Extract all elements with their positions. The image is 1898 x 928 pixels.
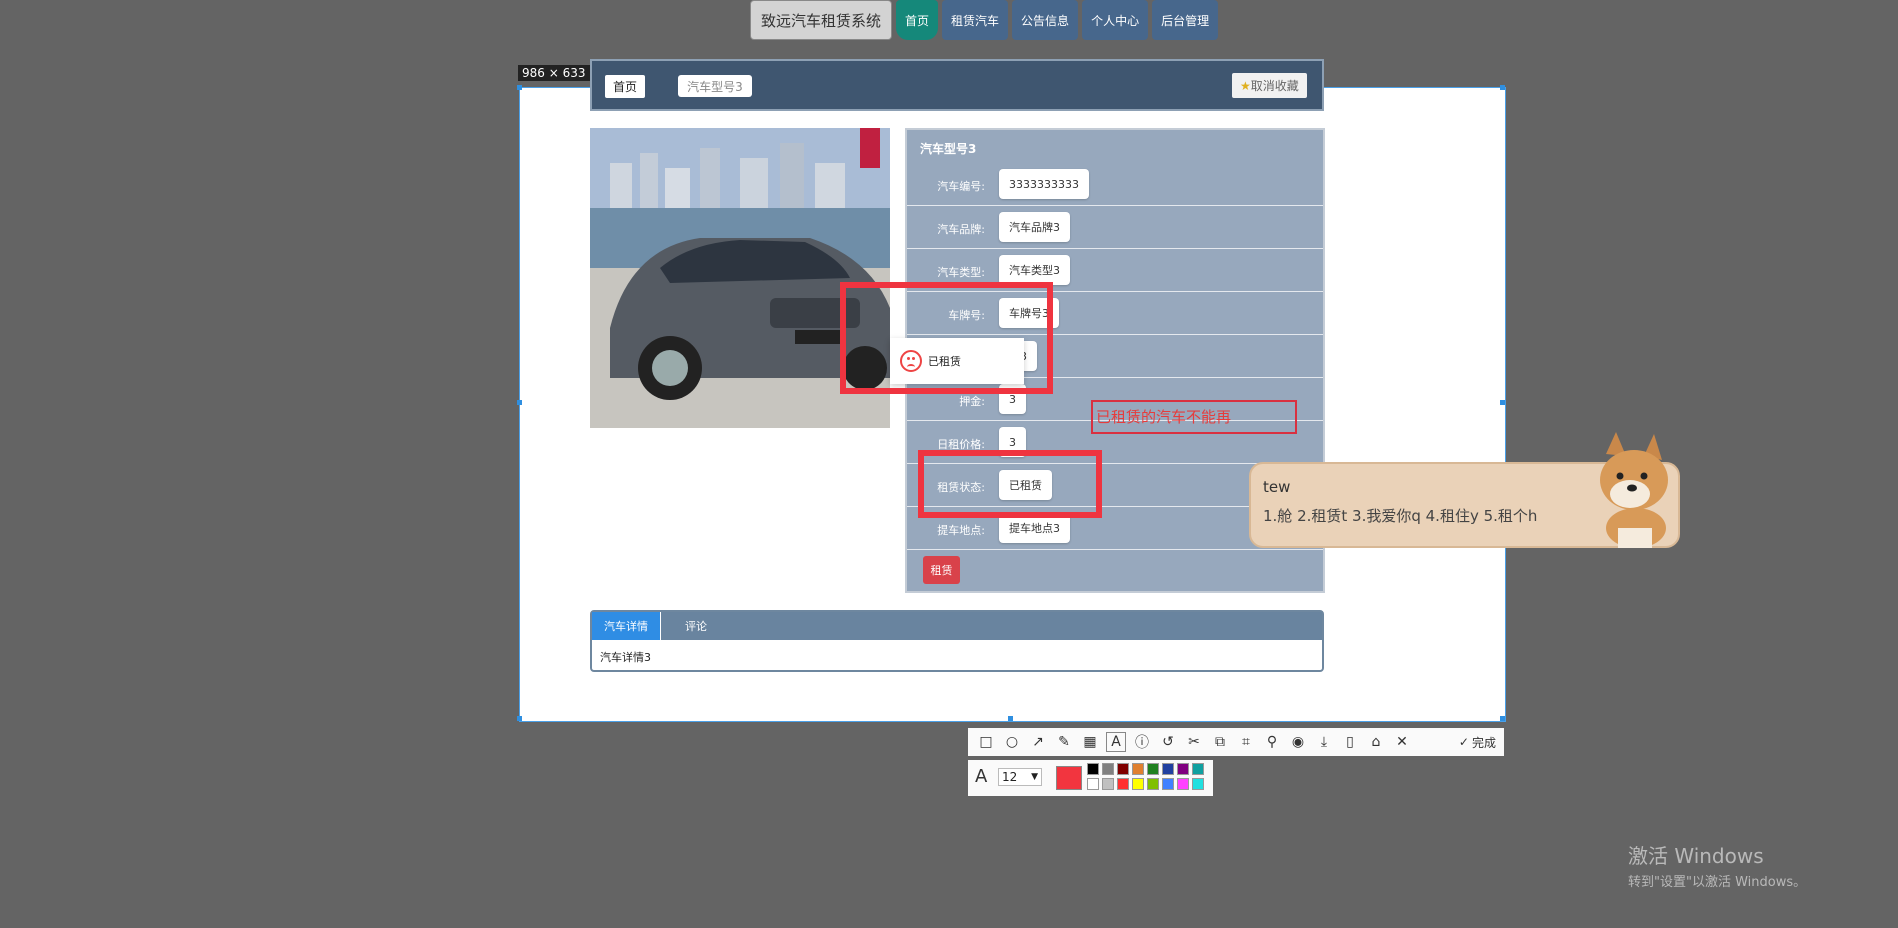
tab-comments[interactable]: 评论 — [685, 612, 707, 640]
color-swatch[interactable] — [1132, 763, 1144, 775]
pin-icon[interactable]: ⚲ — [1262, 732, 1282, 752]
color-swatch[interactable] — [1102, 778, 1114, 790]
resize-handle[interactable] — [1500, 400, 1505, 405]
color-swatch[interactable] — [1192, 778, 1204, 790]
ocr-scan-icon[interactable]: ⌗ — [1236, 732, 1256, 752]
star-icon: ★ — [1240, 79, 1251, 93]
nav-announcements[interactable]: 公告信息 — [1012, 0, 1079, 40]
cancel-favorite-button[interactable]: ★取消收藏 — [1232, 73, 1307, 98]
color-swatch[interactable] — [1147, 763, 1159, 775]
nav-personal-center[interactable]: 个人中心 — [1082, 0, 1149, 40]
field-label-car-number: 汽车编号: — [937, 180, 985, 193]
color-swatch[interactable] — [1162, 778, 1174, 790]
field-label-brand: 汽车品牌: — [937, 223, 985, 236]
field-car-number: 3333333333 — [999, 169, 1089, 199]
resize-handle[interactable] — [1500, 716, 1505, 721]
ime-composition: tew — [1263, 478, 1291, 496]
row-divider — [907, 549, 1323, 550]
windows-activation-watermark: 激活 Windows 转到"设置"以激活 Windows。 — [1628, 840, 1806, 890]
activation-subtitle: 转到"设置"以激活 Windows。 — [1628, 875, 1807, 890]
phone-icon[interactable]: ▯ — [1340, 732, 1360, 752]
color-swatch[interactable] — [1177, 763, 1189, 775]
brand-logo[interactable]: 致远汽车租赁系统 — [750, 0, 893, 40]
shiba-dog-skin — [1578, 432, 1682, 548]
activation-title: 激活 Windows — [1628, 844, 1764, 868]
chevron-down-icon: ▼ — [1031, 772, 1038, 782]
done-label: 完成 — [1471, 735, 1496, 750]
resize-handle[interactable] — [1008, 716, 1013, 721]
font-size-select[interactable]: 12 ▼ — [998, 768, 1042, 786]
nav-home[interactable]: 首页 — [896, 0, 939, 40]
record-icon[interactable]: ◉ — [1288, 732, 1308, 752]
row-divider — [907, 248, 1323, 249]
nav-rent-car[interactable]: 租赁汽车 — [942, 0, 1009, 40]
color-swatch[interactable] — [1192, 763, 1204, 775]
close-icon[interactable]: ✕ — [1392, 732, 1412, 752]
number-marker-icon[interactable]: ⓘ — [1132, 732, 1152, 752]
text-tool-icon[interactable]: A — [1106, 732, 1126, 752]
field-label-type: 汽车类型: — [937, 266, 985, 279]
selection-dimensions: 986 × 633 — [518, 65, 590, 81]
check-icon: ✓ — [1458, 735, 1469, 749]
annotation-rect[interactable] — [918, 450, 1102, 518]
field-brand: 汽车品牌3 — [999, 212, 1070, 242]
color-swatch[interactable] — [1177, 778, 1189, 790]
breadcrumb-home[interactable]: 首页 — [605, 75, 646, 98]
translate-icon[interactable]: ⧉ — [1210, 732, 1230, 752]
color-swatch[interactable] — [1117, 778, 1129, 790]
resize-handle[interactable] — [517, 85, 522, 90]
car-model-title: 汽车型号3 — [920, 142, 977, 156]
color-swatch[interactable] — [1147, 778, 1159, 790]
tab-content: 汽车详情3 — [600, 651, 651, 664]
undo-icon[interactable]: ↺ — [1158, 732, 1178, 752]
annotation-text[interactable]: 已租赁的汽车不能再 — [1096, 406, 1231, 427]
field-label-pickup-location: 提车地点: — [937, 524, 985, 537]
done-button[interactable]: ✓ 完成 — [1459, 734, 1496, 751]
color-swatch[interactable] — [1087, 763, 1099, 775]
annotation-rect[interactable] — [840, 282, 1053, 394]
row-divider — [907, 205, 1323, 206]
color-swatch[interactable] — [1162, 763, 1174, 775]
color-swatch[interactable] — [1117, 763, 1129, 775]
color-swatch[interactable] — [1132, 778, 1144, 790]
bookmark-icon[interactable]: ⌂ — [1366, 732, 1386, 752]
color-swatch[interactable] — [1087, 778, 1099, 790]
annotation-toolbar: □ ○ ↗ ✎ ▦ A ⓘ ↺ ✂ ⧉ ⌗ ⚲ ◉ ⤓ ▯ ⌂ ✕ ✓ 完成 — [968, 728, 1504, 756]
current-color-swatch[interactable] — [1056, 766, 1082, 790]
pencil-icon[interactable]: ✎ — [1054, 732, 1074, 752]
resize-handle[interactable] — [517, 400, 522, 405]
font-size-value: 12 — [1002, 770, 1018, 784]
rectangle-icon[interactable]: □ — [976, 732, 996, 752]
tab-car-details[interactable]: 汽车详情 — [592, 612, 661, 640]
color-palette — [1087, 763, 1207, 790]
field-type: 汽车类型3 — [999, 255, 1070, 285]
arrow-icon[interactable]: ↗ — [1028, 732, 1048, 752]
top-navbar: 致远汽车租赁系统 首页 租赁汽车 公告信息 个人中心 后台管理 — [750, 0, 1219, 42]
ime-candidates[interactable]: 1.舱 2.租赁t 3.我爱你q 4.租住y 5.租个h — [1263, 505, 1537, 526]
field-label-deposit: 押金: — [959, 395, 985, 408]
scissors-icon[interactable]: ✂ — [1184, 732, 1204, 752]
breadcrumb-current: 汽车型号3 — [678, 75, 752, 97]
nav-admin[interactable]: 后台管理 — [1152, 0, 1219, 40]
color-swatch[interactable] — [1102, 763, 1114, 775]
cancel-favorite-label: 取消收藏 — [1250, 79, 1299, 93]
resize-handle[interactable] — [517, 716, 522, 721]
mosaic-icon[interactable]: ▦ — [1080, 732, 1100, 752]
resize-handle[interactable] — [1500, 85, 1505, 90]
rent-button[interactable]: 租赁 — [923, 556, 960, 584]
ellipse-icon[interactable]: ○ — [1002, 732, 1022, 752]
font-icon: A — [975, 766, 988, 787]
download-icon[interactable]: ⤓ — [1314, 732, 1334, 752]
